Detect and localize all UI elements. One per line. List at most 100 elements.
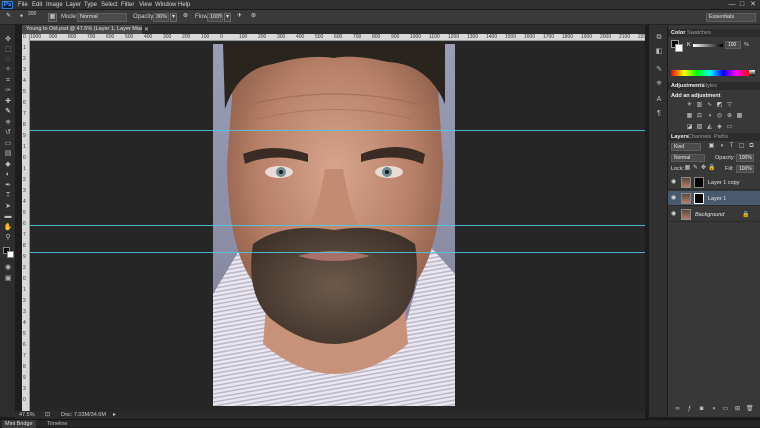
brush-size[interactable]: 200 <box>28 11 36 17</box>
hand-tool-icon[interactable]: ✋ <box>3 223 13 232</box>
lock-all-icon[interactable]: 🔒 <box>708 165 715 172</box>
menu-image[interactable]: Image <box>46 2 63 8</box>
quick-select-tool-icon[interactable]: ✧ <box>3 65 13 74</box>
properties-panel-icon[interactable]: ◧ <box>654 47 664 57</box>
tab-layers[interactable]: Layers <box>671 134 689 140</box>
posterize-icon[interactable]: ▨ <box>696 124 703 131</box>
brightness-contrast-icon[interactable]: ☀ <box>686 102 693 109</box>
history-brush-tool-icon[interactable]: ↺ <box>3 128 13 137</box>
lock-pixels-icon[interactable]: ✎ <box>692 165 699 172</box>
guide-line[interactable] <box>30 252 645 253</box>
layer-style-icon[interactable]: ƒ <box>686 406 693 413</box>
gradient-tool-icon[interactable]: ▤ <box>3 149 13 158</box>
filter-smart-object-icon[interactable]: ⧉ <box>748 143 755 150</box>
mode-select[interactable]: Normal <box>77 13 127 22</box>
eyedropper-tool-icon[interactable]: ✑ <box>3 86 13 95</box>
path-select-tool-icon[interactable]: ➤ <box>3 202 13 211</box>
close-button[interactable]: ✕ <box>749 1 757 9</box>
healing-tool-icon[interactable]: ✚ <box>3 97 13 106</box>
levels-icon[interactable]: ▥ <box>696 102 703 109</box>
menu-view[interactable]: View <box>139 2 152 8</box>
flow-dropdown-icon[interactable]: ▾ <box>224 13 231 22</box>
pen-tool-icon[interactable]: ✒ <box>3 181 13 190</box>
opacity-input[interactable]: 36% <box>153 13 169 22</box>
menu-file[interactable]: File <box>18 2 28 8</box>
brush-panel-icon[interactable]: ✎ <box>654 65 664 75</box>
black-white-icon[interactable]: ◑ <box>706 113 713 120</box>
brush-tool-icon[interactable]: ✎ <box>4 13 13 22</box>
new-group-icon[interactable]: ▭ <box>722 406 729 413</box>
lock-position-icon[interactable]: ✥ <box>700 165 707 172</box>
hue-saturation-icon[interactable]: ▦ <box>686 113 693 120</box>
pressure-opacity-icon[interactable]: ⊛ <box>181 13 190 22</box>
maximize-button[interactable]: □ <box>738 1 746 9</box>
layer-mask-thumbnail[interactable] <box>694 177 704 188</box>
brush-preset-icon[interactable]: ● <box>17 13 26 22</box>
pressure-size-icon[interactable]: ⊛ <box>249 13 258 22</box>
photo-filter-icon[interactable]: ◎ <box>716 113 723 120</box>
zoom-level[interactable]: 47.5% <box>19 411 35 419</box>
layer-row[interactable]: ◉ Background 🔒 <box>668 207 760 222</box>
eraser-tool-icon[interactable]: ▭ <box>3 139 13 148</box>
history-panel-icon[interactable]: ⧉ <box>654 33 664 43</box>
filter-adjustment-icon[interactable]: ◑ <box>718 143 725 150</box>
invert-icon[interactable]: ◪ <box>686 124 693 131</box>
shape-tool-icon[interactable]: ▬ <box>3 212 13 221</box>
add-mask-icon[interactable]: ◙ <box>698 406 705 413</box>
color-ramp-bw[interactable] <box>749 70 755 76</box>
clone-stamp-tool-icon[interactable]: ⎈ <box>3 118 13 127</box>
menu-select[interactable]: Select <box>101 2 118 8</box>
zoom-tool-icon[interactable]: ⚲ <box>3 233 13 242</box>
tab-channels[interactable]: Channels <box>688 134 711 140</box>
filter-kind-select[interactable]: Kind <box>671 143 701 151</box>
channel-mixer-icon[interactable]: ⊕ <box>726 113 733 120</box>
layer-opacity-input[interactable]: 100% <box>736 154 754 162</box>
guide-line[interactable] <box>30 225 645 226</box>
exposure-icon[interactable]: ◩ <box>716 102 723 109</box>
gradient-map-icon[interactable]: ▭ <box>726 124 733 131</box>
visibility-eye-icon[interactable]: ◉ <box>671 179 677 185</box>
vibrance-icon[interactable]: ▽ <box>726 102 733 109</box>
screen-mode-icon[interactable]: ▣ <box>3 274 13 283</box>
visibility-eye-icon[interactable]: ◉ <box>671 211 677 217</box>
blur-tool-icon[interactable]: ◆ <box>3 160 13 169</box>
color-lookup-icon[interactable]: ▩ <box>736 113 743 120</box>
status-menu-icon[interactable]: ▸ <box>113 411 116 419</box>
brush-panel-icon[interactable]: ▦ <box>48 13 57 22</box>
layer-mask-thumbnail[interactable] <box>694 193 704 204</box>
layer-name[interactable]: Layer 1 copy <box>708 180 740 186</box>
delete-layer-icon[interactable]: 🗑 <box>746 406 754 413</box>
opacity-dropdown-icon[interactable]: ▾ <box>170 13 177 22</box>
tab-adjustments[interactable]: Adjustments <box>671 83 704 89</box>
layer-row[interactable]: ◉ Layer 1 copy <box>668 175 760 190</box>
tab-color[interactable]: Color <box>671 30 685 36</box>
threshold-icon[interactable]: ◭ <box>706 124 713 131</box>
menu-layer[interactable]: Layer <box>66 2 81 8</box>
clone-source-icon[interactable]: ⎈ <box>654 79 664 89</box>
fill-input[interactable]: 100% <box>736 165 754 173</box>
new-adjustment-icon[interactable]: ◑ <box>710 406 717 413</box>
background-color-swatch[interactable] <box>7 251 14 258</box>
crop-tool-icon[interactable]: ⌗ <box>3 76 13 85</box>
filter-pixel-icon[interactable]: ▣ <box>708 143 715 150</box>
color-background-swatch[interactable] <box>675 44 683 52</box>
quick-mask-icon[interactable]: ◉ <box>3 263 13 272</box>
paragraph-panel-icon[interactable]: ¶ <box>654 109 664 119</box>
selective-color-icon[interactable]: ◈ <box>716 124 723 131</box>
character-panel-icon[interactable]: A <box>654 95 664 105</box>
type-tool-icon[interactable]: T <box>3 191 13 200</box>
lock-transparency-icon[interactable]: ▦ <box>684 165 691 172</box>
layer-row-selected[interactable]: ◉ Layer 1 <box>668 191 760 206</box>
color-spectrum[interactable] <box>671 70 749 76</box>
menu-edit[interactable]: Edit <box>32 2 42 8</box>
tab-paths[interactable]: Paths <box>714 134 728 140</box>
color-balance-icon[interactable]: ⚖ <box>696 113 703 120</box>
tab-swatches[interactable]: Swatches <box>687 30 711 36</box>
brush-tool-icon[interactable]: ✎ <box>3 107 13 116</box>
minimize-button[interactable]: — <box>728 1 736 9</box>
layer-name[interactable]: Layer 1 <box>708 196 726 202</box>
document-tab[interactable]: Young to Old.psd @ 47.5% (Layer 1, Layer… <box>22 25 142 34</box>
guide-line[interactable] <box>30 130 645 131</box>
new-layer-icon[interactable]: ⊞ <box>734 406 741 413</box>
menu-window[interactable]: Window <box>155 2 176 8</box>
